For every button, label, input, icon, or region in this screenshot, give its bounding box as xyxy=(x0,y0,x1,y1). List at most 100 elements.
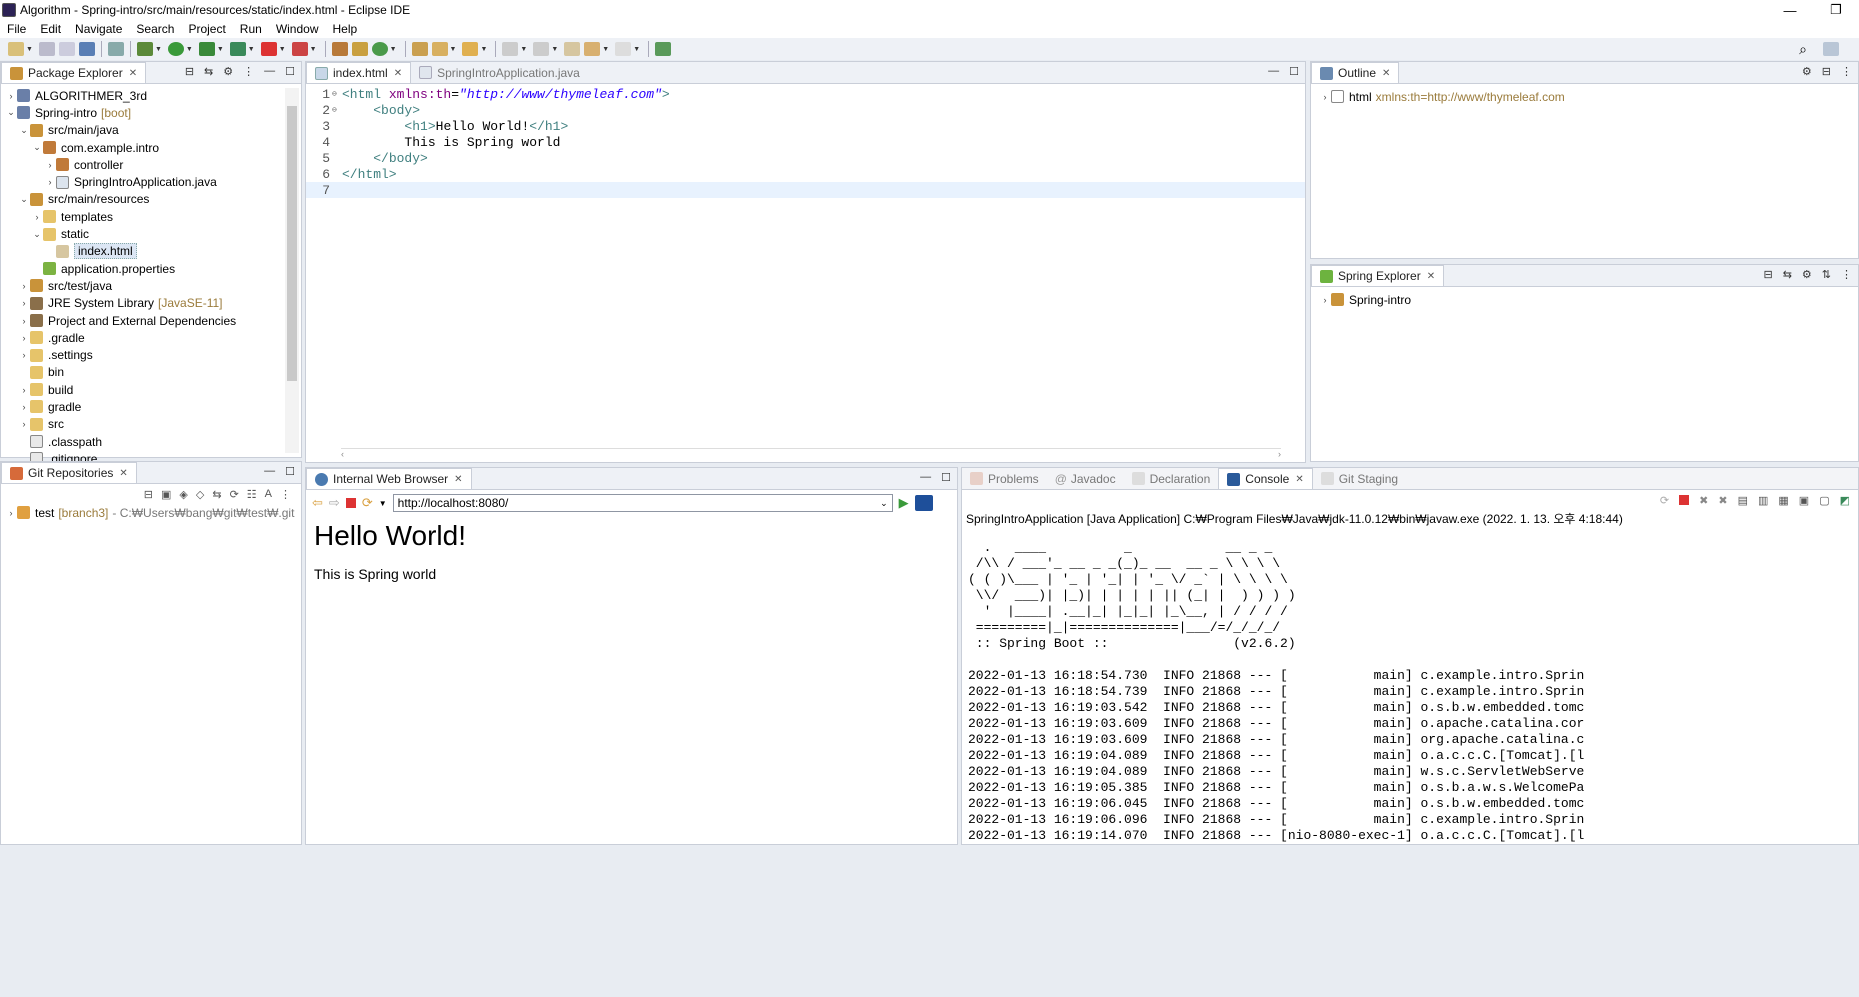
filter-icon[interactable]: ⚙ xyxy=(1802,268,1812,281)
view-menu-icon[interactable]: ⋮ xyxy=(280,488,291,501)
chevron-right-icon[interactable]: › xyxy=(18,316,30,326)
console-output[interactable]: . ____ _ __ _ _ /\\ / ___'_ __ _ _(_)_ _… xyxy=(962,526,1858,844)
chevron-right-icon[interactable]: › xyxy=(18,298,30,308)
save-icon[interactable] xyxy=(38,42,55,56)
display-console-icon[interactable]: ▢ xyxy=(1819,494,1829,507)
tab-git-repositories[interactable]: Git Repositories ✕ xyxy=(1,462,137,483)
search-icon[interactable]: ⌕ xyxy=(1799,41,1807,58)
menu-help[interactable]: Help xyxy=(326,22,365,36)
collapse-all-icon[interactable]: ⊟ xyxy=(1763,268,1772,281)
horizontal-scrollbar[interactable]: ‹ › xyxy=(341,448,1281,460)
link-editor-icon[interactable]: ⇆ xyxy=(212,488,221,501)
skip-breakpoints-icon[interactable] xyxy=(107,42,124,56)
clear-console-icon[interactable]: ▤ xyxy=(1738,494,1748,507)
open-task-icon[interactable] xyxy=(431,42,448,56)
tab-git-staging[interactable]: Git Staging xyxy=(1313,468,1406,489)
dropdown-arrow-icon[interactable]: ▼ xyxy=(26,46,33,53)
code-line[interactable]: 5 </body> xyxy=(306,150,1305,166)
tab-problems[interactable]: Problems xyxy=(962,468,1047,489)
chevron-right-icon[interactable]: › xyxy=(18,333,30,343)
chevron-down-icon[interactable]: ⌄ xyxy=(18,125,30,136)
dropdown-arrow-icon[interactable]: ▼ xyxy=(602,46,609,53)
tab-outline[interactable]: Outline ✕ xyxy=(1311,62,1400,83)
tree-item[interactable]: › src/test/java xyxy=(1,277,301,294)
tree-item[interactable]: › src xyxy=(1,416,301,433)
expand-arrow-icon[interactable]: › xyxy=(5,508,17,518)
create-repository-icon[interactable]: ◇ xyxy=(196,488,204,501)
back-icon[interactable] xyxy=(584,42,601,56)
open-type-icon[interactable] xyxy=(411,42,428,56)
chevron-right-icon[interactable]: › xyxy=(18,350,30,360)
open-console-icon[interactable]: ◩ xyxy=(1840,494,1850,507)
text-mode-icon[interactable]: A xyxy=(265,488,272,500)
chevron-down-icon[interactable]: ⌄ xyxy=(5,107,17,118)
next-annotation-icon[interactable] xyxy=(502,42,519,56)
close-icon[interactable]: ✕ xyxy=(129,68,137,79)
search-folder-icon[interactable] xyxy=(462,42,479,56)
dropdown-arrow-icon[interactable]: ▼ xyxy=(633,46,640,53)
dropdown-arrow-icon[interactable]: ▼ xyxy=(248,46,255,53)
scrollbar-thumb[interactable] xyxy=(287,106,297,381)
pin-console-icon[interactable]: ▣ xyxy=(1799,494,1809,507)
menu-window[interactable]: Window xyxy=(269,22,326,36)
minimize-view-icon[interactable]: — xyxy=(264,65,275,78)
tab-spring-explorer[interactable]: Spring Explorer ✕ xyxy=(1311,265,1445,286)
tab-declaration[interactable]: Declaration xyxy=(1124,468,1219,489)
tree-item[interactable]: › .gradle xyxy=(1,329,301,346)
code-line[interactable]: 1 ⊖ <html xmlns:th = "http://www/thymeleaf.c… xyxy=(306,86,1305,102)
terminate-icon[interactable] xyxy=(1679,495,1690,505)
spring-project-item[interactable]: › Spring-intro xyxy=(1311,291,1858,308)
maximize-view-icon[interactable]: ☐ xyxy=(285,65,295,78)
scroll-lock-icon[interactable]: ▥ xyxy=(1758,494,1768,507)
tree-item[interactable]: › templates xyxy=(1,208,301,225)
maximize-view-icon[interactable]: ☐ xyxy=(285,465,295,478)
outline-item-html[interactable]: › html xmlns:th=http://www/thymeleaf.com xyxy=(1311,88,1858,105)
add-repository-icon[interactable]: ▣ xyxy=(161,488,171,501)
relaunch-icon[interactable]: ⟳ xyxy=(1660,494,1669,507)
chevron-right-icon[interactable]: › xyxy=(18,281,30,291)
git-repo-item[interactable]: › test [branch3] - C:₩Users₩bang₩git₩tes… xyxy=(1,504,301,521)
run-external-icon[interactable] xyxy=(229,42,246,56)
link-editor-icon[interactable]: ⇆ xyxy=(204,65,213,78)
dropdown-arrow-icon[interactable]: ▼ xyxy=(480,46,487,53)
close-icon[interactable]: ✕ xyxy=(1427,271,1435,282)
dropdown-arrow-icon[interactable]: ▼ xyxy=(520,46,527,53)
view-menu-icon[interactable]: ⋮ xyxy=(1841,268,1852,281)
maximize-view-icon[interactable]: ☐ xyxy=(941,471,951,484)
tree-item[interactable]: ⌄ Spring-intro [boot] xyxy=(1,104,301,121)
code-editor[interactable]: 1 ⊖ <html xmlns:th = "http://www/thymeleaf.c… xyxy=(306,84,1305,454)
remove-all-icon[interactable]: ✖ xyxy=(1718,494,1727,507)
forward-icon[interactable]: ⇨ xyxy=(329,495,340,511)
menu-project[interactable]: Project xyxy=(181,22,232,36)
tab-package-explorer[interactable]: Package Explorer ✕ xyxy=(1,62,147,83)
dropdown-arrow-icon[interactable]: ▼ xyxy=(279,46,286,53)
filter-icon[interactable]: ⚙ xyxy=(1802,65,1812,78)
tree-item[interactable]: › Project and External Dependencies xyxy=(1,312,301,329)
maximize-view-icon[interactable]: ☐ xyxy=(1289,65,1299,78)
tab-javadoc[interactable]: @ Javadoc xyxy=(1047,468,1124,489)
chevron-down-icon[interactable]: ⌄ xyxy=(880,498,888,509)
maximize-button[interactable]: ❐ xyxy=(1813,0,1859,20)
chevron-down-icon[interactable]: ⌄ xyxy=(18,194,30,205)
expand-arrow-icon[interactable]: › xyxy=(1319,92,1331,102)
menu-navigate[interactable]: Navigate xyxy=(68,22,129,36)
dropdown-arrow-icon[interactable]: ▼ xyxy=(379,499,387,508)
collapse-all-icon[interactable]: ⊟ xyxy=(1822,65,1831,78)
tab-index-html[interactable]: index.html ✕ xyxy=(306,62,412,83)
tree-item[interactable]: › gradle xyxy=(1,398,301,415)
close-icon[interactable]: ✕ xyxy=(454,474,462,485)
dropdown-arrow-icon[interactable]: ▼ xyxy=(186,46,193,53)
code-line[interactable]: 4 This is Spring world xyxy=(306,134,1305,150)
tab-spring-intro-application[interactable]: SpringIntroApplication.java xyxy=(411,62,588,83)
tree-item[interactable]: › build xyxy=(1,381,301,398)
tab-console[interactable]: Console ✕ xyxy=(1218,468,1313,489)
tree-item[interactable]: › ALGORITHMER_3rd xyxy=(1,87,301,104)
fold-icon[interactable]: ⊖ xyxy=(332,105,342,115)
relaunch-icon[interactable] xyxy=(291,42,308,56)
scrollbar[interactable] xyxy=(285,88,299,453)
chevron-right-icon[interactable]: › xyxy=(5,91,17,101)
tree-item[interactable]: ⌄ com.example.intro xyxy=(1,139,301,156)
close-icon[interactable]: ✕ xyxy=(119,468,127,479)
new-icon[interactable] xyxy=(8,42,24,56)
new-class-icon[interactable] xyxy=(371,42,388,56)
